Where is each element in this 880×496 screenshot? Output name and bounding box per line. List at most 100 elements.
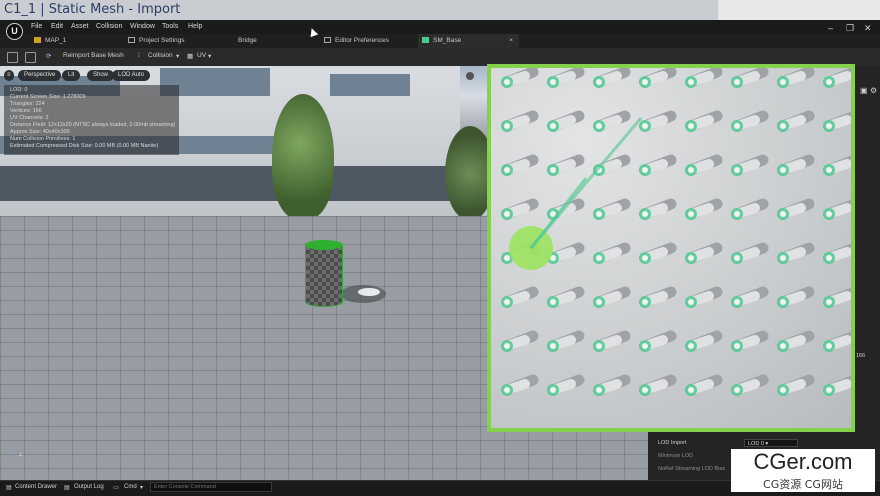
- tab-close-icon[interactable]: ×: [509, 34, 513, 48]
- info-line: Current Screen Size: 1.278009: [10, 94, 86, 100]
- menu-asset[interactable]: Asset: [71, 23, 89, 30]
- cmd-dropdown[interactable]: Cmd: [124, 484, 137, 490]
- collision-menu-icon: ⁞: [138, 52, 140, 59]
- socket-center: [642, 387, 648, 393]
- save-icon[interactable]: [7, 52, 18, 63]
- reimport-icon: ⟳: [46, 53, 52, 60]
- socket-center: [550, 299, 556, 305]
- socket-center: [734, 299, 740, 305]
- output-log-icon: ▤: [64, 485, 70, 491]
- socket-center: [780, 387, 786, 393]
- socket-center: [504, 299, 510, 305]
- side-value: 166: [856, 353, 866, 359]
- tab-bridge[interactable]: Bridge: [238, 34, 298, 48]
- socket-center: [596, 255, 602, 261]
- maximize-icon[interactable]: ❐: [846, 23, 854, 34]
- menu-help[interactable]: Help: [188, 23, 202, 30]
- tab-editor-preferences[interactable]: Editor Preferences: [324, 34, 404, 48]
- minimize-icon[interactable]: –: [828, 23, 833, 33]
- info-line: Vertices: 166: [10, 108, 42, 114]
- socket-center: [734, 167, 740, 173]
- window-title: C1_1 | Static Mesh - Import: [4, 2, 181, 17]
- menu-tools[interactable]: Tools: [162, 23, 178, 30]
- socket-center: [688, 299, 694, 305]
- show-button[interactable]: Show: [87, 70, 115, 81]
- socket-center: [826, 255, 832, 261]
- close-window-icon[interactable]: ✕: [864, 23, 872, 34]
- socket-center: [550, 343, 556, 349]
- socket-center: [780, 299, 786, 305]
- zoomed-sockets-overlay: [487, 64, 855, 432]
- watermark-title: CGer.com: [753, 449, 853, 474]
- socket-center: [688, 343, 694, 349]
- tab-label: MAP_1: [45, 37, 67, 44]
- socket-center: [780, 211, 786, 217]
- socket-grid: [501, 68, 851, 396]
- socket-center: [504, 343, 510, 349]
- preferences-icon: [324, 37, 331, 43]
- tab-map[interactable]: MAP_1: [30, 34, 119, 48]
- socket-center: [642, 343, 648, 349]
- info-line: Estimated Compressed Disk Size: 0.00 MB …: [10, 143, 159, 149]
- socket-center: [504, 387, 510, 393]
- lit-button[interactable]: Lit: [62, 70, 81, 81]
- socket-center: [734, 255, 740, 261]
- socket-center: [826, 123, 832, 129]
- socket-center: [780, 167, 786, 173]
- socket-center: [596, 387, 602, 393]
- static-mesh-cylinder[interactable]: [305, 240, 343, 307]
- info-line: LOD: 0: [10, 87, 28, 93]
- socket-center: [826, 211, 832, 217]
- socket-center: [826, 299, 832, 305]
- socket-center: [780, 343, 786, 349]
- socket-center: [826, 387, 832, 393]
- socket-center: [504, 211, 510, 217]
- socket-center: [688, 255, 694, 261]
- settings-icon: [128, 37, 135, 43]
- console-input[interactable]: [150, 482, 272, 492]
- background-tree: [272, 94, 334, 219]
- watermark: CGer.com CG资源 CG网站: [731, 449, 875, 492]
- chevron-down-icon: ▾: [176, 53, 180, 60]
- socket-center: [734, 123, 740, 129]
- output-log-button[interactable]: Output Log: [74, 484, 104, 490]
- socket-center: [596, 79, 602, 85]
- socket-center: [688, 167, 694, 173]
- menu-collision[interactable]: Collision: [96, 23, 122, 30]
- menu-file[interactable]: File: [31, 23, 42, 30]
- panel-icon[interactable]: ▣: [860, 86, 868, 95]
- lod-import-dropdown[interactable]: LOD 0 ▾: [744, 439, 798, 447]
- menu-window[interactable]: Window: [130, 23, 155, 30]
- viewport-option-icon[interactable]: [466, 72, 474, 80]
- socket-center: [504, 255, 510, 261]
- info-line: Approx Size: 40x40x100: [10, 129, 70, 135]
- chevron-down-icon: ▾: [208, 53, 212, 60]
- gear-icon[interactable]: ⚙: [870, 86, 877, 95]
- reimport-button[interactable]: Reimport Base Mesh: [63, 52, 124, 59]
- menu-edit[interactable]: Edit: [51, 23, 63, 30]
- collision-button[interactable]: Collision: [148, 52, 173, 59]
- socket-center: [688, 79, 694, 85]
- lod-button[interactable]: LOD Auto: [112, 70, 151, 81]
- socket-center: [642, 299, 648, 305]
- socket-center: [596, 343, 602, 349]
- perspective-button[interactable]: Perspective: [18, 70, 62, 81]
- socket-center: [642, 211, 648, 217]
- overlay-canvas: [491, 68, 851, 428]
- unreal-logo-icon[interactable]: U: [6, 23, 23, 40]
- viewport-menu-button[interactable]: ≡: [4, 70, 14, 81]
- minimum-lod-label: Minimum LOD: [658, 453, 694, 459]
- chevron-down-icon: ▾: [140, 485, 144, 491]
- browse-icon[interactable]: [25, 52, 36, 63]
- socket-center: [504, 123, 510, 129]
- socket-center: [734, 343, 740, 349]
- socket-center: [734, 387, 740, 393]
- light-spot: [358, 288, 380, 296]
- uv-button[interactable]: UV: [197, 52, 206, 59]
- tab-project-settings[interactable]: Project Settings: [128, 34, 218, 48]
- content-drawer-button[interactable]: Content Drawer: [15, 484, 57, 490]
- static-mesh-icon: [422, 37, 429, 43]
- socket-center: [596, 211, 602, 217]
- tab-sm-base[interactable]: SM_Base ×: [418, 34, 519, 48]
- socket-center: [688, 211, 694, 217]
